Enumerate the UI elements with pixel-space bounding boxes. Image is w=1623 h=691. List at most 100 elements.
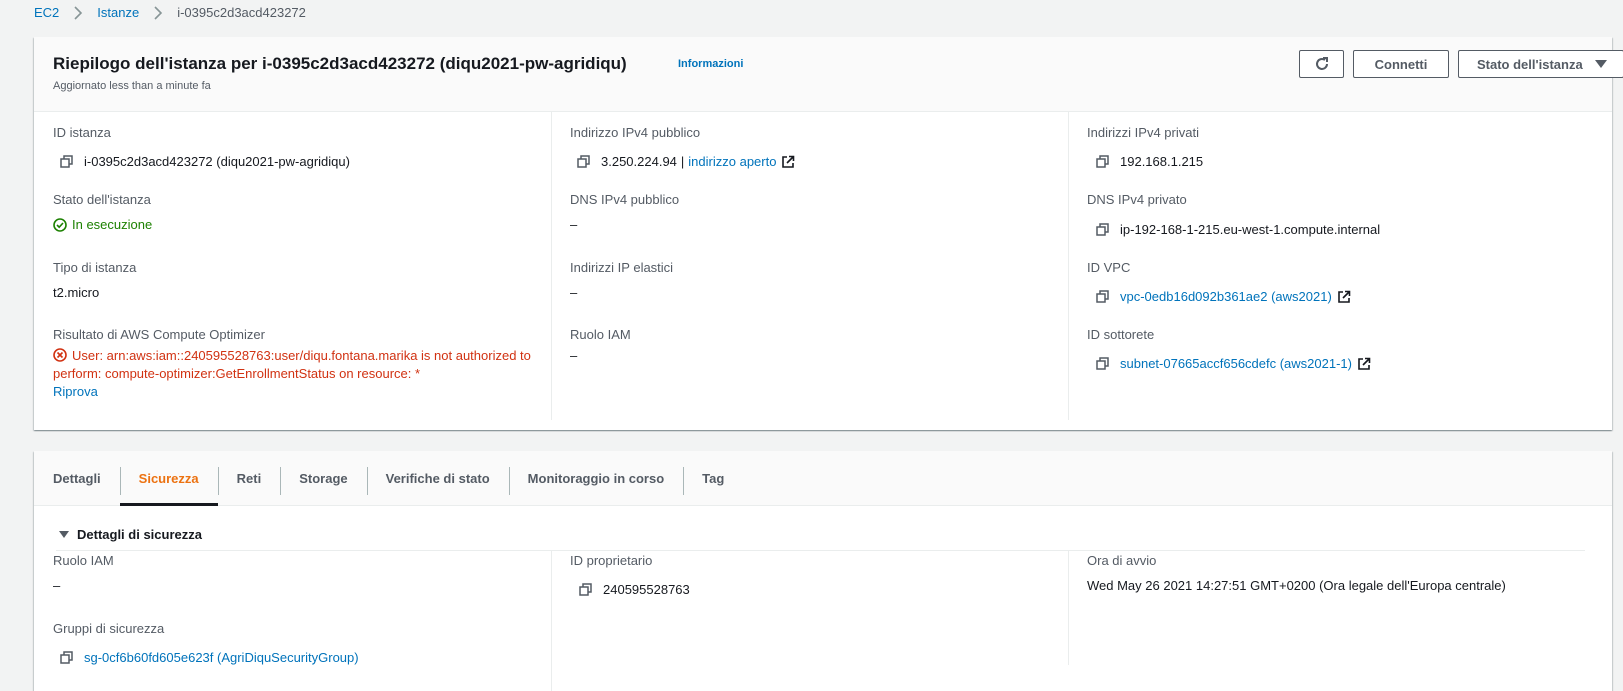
iam-role-value: –: [570, 348, 578, 363]
field-iam-role: Ruolo IAM –: [570, 327, 1058, 365]
instance-state-dropdown-label: Stato dell'istanza: [1477, 56, 1583, 72]
field-label: Tipo di istanza: [53, 260, 137, 275]
field-launch-time: Ora di avvio Wed May 26 2021 14:27:51 GM…: [1087, 553, 1602, 595]
field-label: Ruolo IAM: [53, 553, 114, 568]
field-label: ID istanza: [53, 125, 111, 140]
tab-monitoring[interactable]: Monitoraggio in corso: [508, 451, 684, 505]
field-instance-id: ID istanza i-0395c2d3acd423272 (diqu2021…: [53, 125, 541, 171]
field-label: Indirizzi IPv4 privati: [1087, 125, 1199, 140]
refresh-icon: [1315, 57, 1328, 70]
field-vpc-id: ID VPC vpc-0edb16d092b361ae2 (aws2021): [1087, 260, 1602, 306]
copy-icon[interactable]: [1096, 155, 1110, 169]
public-ipv4-value: 3.250.224.94: [601, 154, 677, 169]
field-value: sg-0cf6b60fd605e623f (AgriDiquSecurityGr…: [53, 649, 541, 667]
retry-link[interactable]: Riprova: [53, 383, 537, 401]
summary-column-3: Indirizzi IPv4 privati 192.168.1.215 DNS…: [1068, 111, 1612, 420]
tab-bar: Dettagli Sicurezza Reti Storage Verifich…: [34, 451, 1612, 506]
security-column-2: ID proprietario 240595528763: [551, 551, 1069, 665]
field-value: 3.250.224.94 | indirizzo aperto: [570, 153, 1058, 171]
optimizer-error: User: arn:aws:iam::240595528763:user/diq…: [53, 347, 537, 383]
copy-icon[interactable]: [1096, 223, 1110, 237]
summary-header: Riepilogo dell'istanza per i-0395c2d3acd…: [34, 37, 1623, 112]
security-column-1: Ruolo IAM – Gruppi di sicurezza sg-0cf6b…: [34, 551, 552, 691]
chevron-right-icon: [148, 5, 168, 20]
field-public-dns: DNS IPv4 pubblico –: [570, 192, 1058, 234]
owner-id-value: 240595528763: [603, 582, 690, 597]
security-group-link[interactable]: sg-0cf6b60fd605e623f (AgriDiquSecurityGr…: [84, 649, 359, 667]
connect-button[interactable]: Connetti: [1353, 50, 1449, 78]
field-label: ID sottorete: [1087, 327, 1155, 342]
field-label: ID proprietario: [570, 553, 653, 568]
private-dns-value: ip-192-168-1-215.eu-west-1.compute.inter…: [1120, 222, 1381, 237]
open-address-link[interactable]: indirizzo aperto: [688, 153, 776, 171]
copy-icon[interactable]: [60, 651, 74, 665]
copy-icon[interactable]: [579, 583, 593, 597]
check-circle-icon: [53, 218, 67, 232]
summary-column-2: Indirizzo IPv4 pubblico 3.250.224.94 | i…: [551, 111, 1069, 420]
external-link-icon[interactable]: [1337, 290, 1351, 304]
tab-tags[interactable]: Tag: [683, 451, 743, 505]
field-private-dns: DNS IPv4 privato ip-192-168-1-215.eu-wes…: [1087, 192, 1602, 239]
field-private-ipv4: Indirizzi IPv4 privati 192.168.1.215: [1087, 125, 1602, 171]
subnet-id-link[interactable]: subnet-07665accf656cdefc (aws2021-1): [1120, 355, 1352, 373]
vpc-id-link[interactable]: vpc-0edb16d092b361ae2 (aws2021): [1120, 288, 1332, 306]
refresh-button[interactable]: [1299, 50, 1344, 78]
details-tabs-panel: Dettagli Sicurezza Reti Storage Verifich…: [34, 451, 1612, 691]
breadcrumb: EC2 Istanze i-0395c2d3acd423272: [34, 5, 306, 20]
field-value: In esecuzione: [53, 216, 541, 234]
copy-icon[interactable]: [1096, 357, 1110, 371]
summary-column-1: ID istanza i-0395c2d3acd423272 (diqu2021…: [34, 111, 552, 420]
security-column-3: Ora di avvio Wed May 26 2021 14:27:51 GM…: [1068, 551, 1612, 691]
field-label: ID VPC: [1087, 260, 1131, 275]
tab-storage[interactable]: Storage: [280, 451, 366, 505]
field-value: vpc-0edb16d092b361ae2 (aws2021): [1087, 288, 1602, 306]
security-details-heading: Dettagli di sicurezza: [77, 526, 202, 542]
field-label: Risultato di AWS Compute Optimizer: [53, 327, 265, 342]
tab-status-checks[interactable]: Verifiche di stato: [366, 451, 509, 505]
field-label: DNS IPv4 privato: [1087, 192, 1187, 207]
field-label: DNS IPv4 pubblico: [570, 192, 680, 207]
field-label: Stato dell'istanza: [53, 192, 151, 207]
security-details-toggle[interactable]: Dettagli di sicurezza: [56, 518, 1585, 551]
field-subnet-id: ID sottorete subnet-07665accf656cdefc (a…: [1087, 327, 1602, 373]
launch-time-value: Wed May 26 2021 14:27:51 GMT+0200 (Ora l…: [1087, 578, 1506, 593]
field-label: Indirizzi IP elastici: [570, 260, 674, 275]
instance-type-value: t2.micro: [53, 285, 100, 300]
status-text: In esecuzione: [72, 217, 153, 232]
tab-details[interactable]: Dettagli: [34, 451, 120, 505]
external-link-icon[interactable]: [1357, 357, 1371, 371]
chevron-right-icon: [68, 5, 88, 20]
status-badge: In esecuzione: [53, 216, 152, 234]
field-compute-optimizer: Risultato di AWS Compute Optimizer User:…: [53, 327, 537, 401]
external-link-icon[interactable]: [781, 155, 795, 169]
field-owner-id: ID proprietario 240595528763: [570, 553, 1058, 599]
elastic-ip-value: –: [570, 285, 578, 300]
caret-down-icon: [1595, 60, 1607, 68]
field-label: Gruppi di sicurezza: [53, 621, 165, 636]
field-value: i-0395c2d3acd423272 (diqu2021-pw-agridiq…: [53, 153, 541, 171]
field-security-iam-role: Ruolo IAM –: [53, 553, 541, 595]
copy-icon[interactable]: [577, 155, 591, 169]
tab-networking[interactable]: Reti: [217, 451, 281, 505]
security-iam-role-value: –: [53, 578, 61, 593]
field-security-groups: Gruppi di sicurezza sg-0cf6b60fd605e623f…: [53, 621, 541, 667]
field-instance-state: Stato dell'istanza In esecuzione: [53, 192, 541, 234]
field-label: Ora di avvio: [1087, 553, 1157, 568]
breadcrumb-instances-link[interactable]: Istanze: [97, 5, 139, 20]
public-dns-value: –: [570, 217, 578, 232]
field-elastic-ip: Indirizzi IP elastici –: [570, 260, 1058, 302]
info-link[interactable]: Informazioni: [678, 58, 743, 70]
instance-id-value: i-0395c2d3acd423272 (diqu2021-pw-agridiq…: [84, 154, 350, 169]
updated-text: Aggiornato less than a minute fa: [53, 80, 211, 92]
caret-down-icon: [59, 530, 69, 538]
copy-icon[interactable]: [1096, 290, 1110, 304]
field-value: 192.168.1.215: [1087, 153, 1602, 171]
copy-icon[interactable]: [60, 155, 74, 169]
instance-state-dropdown[interactable]: Stato dell'istanza: [1458, 50, 1623, 78]
field-label: Ruolo IAM: [570, 327, 631, 342]
breadcrumb-current: i-0395c2d3acd423272: [177, 5, 306, 20]
instance-summary-panel: Riepilogo dell'istanza per i-0395c2d3acd…: [34, 37, 1623, 430]
tab-security[interactable]: Sicurezza: [119, 451, 218, 506]
breadcrumb-ec2-link[interactable]: EC2: [34, 5, 59, 20]
separator: |: [680, 154, 685, 169]
